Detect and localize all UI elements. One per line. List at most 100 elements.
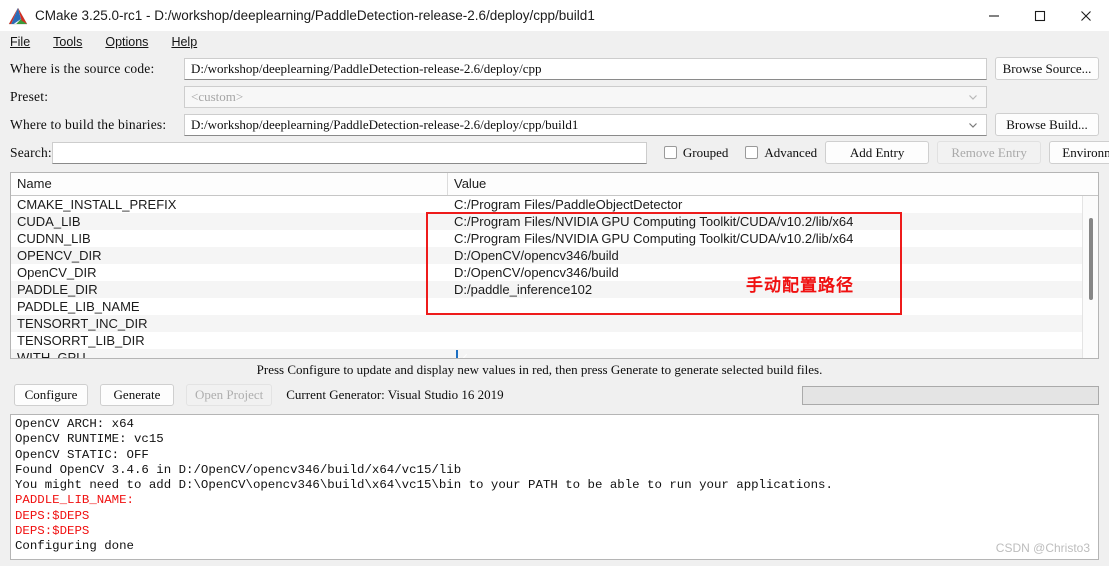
advanced-checkbox[interactable]: Advanced	[745, 145, 817, 161]
binaries-label: Where to build the binaries:	[10, 116, 167, 132]
cmake-gui-window: CMake 3.25.0-rc1 - D:/workshop/deeplearn…	[0, 0, 1109, 566]
cache-value-checkbox[interactable]	[456, 350, 458, 358]
environment-button[interactable]: Environment...	[1049, 141, 1109, 164]
menu-item-options-label: Options	[105, 35, 149, 49]
window-title: CMake 3.25.0-rc1 - D:/workshop/deeplearn…	[35, 8, 595, 23]
configure-button[interactable]: Configure	[14, 384, 88, 406]
search-input[interactable]	[51, 141, 647, 164]
log-line: DEPS:$DEPS	[15, 524, 90, 539]
progress-bar	[802, 385, 1099, 405]
table-row[interactable]: OpenCV_DIR D:/OpenCV/opencv346/build	[11, 264, 1098, 281]
table-scrollbar-thumb[interactable]	[1089, 218, 1093, 300]
chevron-down-icon	[967, 91, 979, 103]
table-row[interactable]: CUDNN_LIB C:/Program Files/NVIDIA GPU Com…	[11, 230, 1098, 247]
cache-variable-name: TENSORRT_LIB_DIR	[17, 333, 145, 348]
preset-row: Preset: <custom>	[10, 85, 1099, 108]
table-row[interactable]: OPENCV_DIR D:/OpenCV/opencv346/build	[11, 247, 1098, 264]
cache-variable-name: OpenCV_DIR	[17, 265, 97, 280]
window-controls	[971, 0, 1109, 31]
table-row[interactable]: TENSORRT_LIB_DIR	[11, 332, 1098, 349]
close-icon[interactable]	[1063, 0, 1109, 31]
binaries-input[interactable]: D:/workshop/deeplearning/PaddleDetection…	[184, 113, 987, 136]
maximize-icon[interactable]	[1017, 0, 1063, 31]
generate-label: Generate	[113, 387, 161, 402]
log-line: Configuring done	[15, 539, 134, 554]
log-line: OpenCV ARCH: x64	[15, 417, 134, 431]
title-bar: CMake 3.25.0-rc1 - D:/workshop/deeplearn…	[0, 0, 1109, 31]
cache-variables-table: Name Value CMAKE_INSTALL_PREFIX C:/Progra…	[10, 172, 1099, 359]
chevron-down-icon[interactable]	[967, 119, 979, 131]
source-label: Where is the source code:	[10, 60, 155, 76]
menu-bar: File Tools Options Help	[0, 31, 1109, 53]
search-row: Search: Grouped Advanced Add Entry Remov…	[10, 141, 1109, 164]
remove-entry-label: Remove Entry	[951, 144, 1027, 160]
table-row[interactable]: PADDLE_LIB_NAME	[11, 298, 1098, 315]
preset-label: Preset:	[10, 88, 49, 104]
menu-item-file[interactable]: File	[9, 33, 40, 51]
cache-variable-name: CMAKE_INSTALL_PREFIX	[17, 197, 177, 212]
column-header-name[interactable]: Name	[11, 173, 448, 195]
browse-source-button[interactable]: Browse Source...	[995, 57, 1099, 80]
advanced-checkbox-box[interactable]	[745, 146, 759, 159]
cache-variable-value[interactable]: C:/Program Files/NVIDIA GPU Computing To…	[448, 214, 1098, 229]
table-header: Name Value	[11, 173, 1098, 196]
preset-value: <custom>	[191, 88, 244, 104]
table-row[interactable]: CUDA_LIB C:/Program Files/NVIDIA GPU Comp…	[11, 213, 1098, 230]
menu-item-tools-label: Tools	[53, 35, 83, 49]
action-bar: Configure Generate Open Project Current …	[0, 380, 1109, 408]
add-entry-label: Add Entry	[849, 144, 905, 160]
table-scrollbar[interactable]	[1082, 196, 1098, 358]
cache-variable-name: PADDLE_LIB_NAME	[17, 299, 140, 314]
open-project-label: Open Project	[195, 387, 264, 402]
table-row[interactable]: CMAKE_INSTALL_PREFIX C:/Program Files/Pad…	[11, 196, 1098, 213]
column-header-value[interactable]: Value	[448, 173, 1098, 195]
minimize-icon[interactable]	[971, 0, 1017, 31]
table-row[interactable]: PADDLE_DIR D:/paddle_inference102	[11, 281, 1098, 298]
cache-variable-name: OPENCV_DIR	[17, 248, 102, 263]
advanced-label: Advanced	[764, 144, 818, 160]
browse-build-label: Browse Build...	[1006, 116, 1088, 132]
log-line: You might need to add D:\OpenCV\opencv34…	[15, 478, 833, 493]
log-output[interactable]: OpenCV ARCH: x64 OpenCV RUNTIME: vc15 Open…	[10, 414, 1099, 560]
menu-item-tools[interactable]: Tools	[52, 33, 92, 51]
log-line: PADDLE_LIB_NAME:	[15, 493, 134, 508]
cache-variable-value[interactable]: C:/Program Files/NVIDIA GPU Computing To…	[448, 231, 1098, 246]
configure-hint: Press Configure to update and display ne…	[256, 362, 823, 377]
cache-variable-name: CUDNN_LIB	[17, 231, 91, 246]
open-project-button: Open Project	[186, 384, 273, 406]
search-label: Search:	[10, 144, 52, 160]
log-lines: OpenCV ARCH: x64 OpenCV RUNTIME: vc15 Open…	[15, 417, 1098, 555]
source-row: Where is the source code: D:/workshop/de…	[10, 57, 1099, 80]
grouped-checkbox-box[interactable]	[663, 146, 677, 159]
cache-variable-name: PADDLE_DIR	[17, 282, 98, 297]
binaries-input-value: D:/workshop/deeplearning/PaddleDetection…	[191, 116, 579, 132]
cmake-triangle-logo-icon	[8, 7, 28, 25]
cache-variable-name: WITH_GPU	[17, 350, 86, 359]
table-body: CMAKE_INSTALL_PREFIX C:/Program Files/Pad…	[11, 196, 1098, 359]
generate-button[interactable]: Generate	[100, 384, 174, 406]
path-form: Where is the source code: D:/workshop/de…	[0, 53, 1109, 169]
log-line: OpenCV RUNTIME: vc15	[15, 432, 164, 447]
menu-item-help[interactable]: Help	[170, 33, 207, 51]
watermark: CSDN @Christo3	[995, 541, 1090, 555]
browse-build-button[interactable]: Browse Build...	[995, 113, 1099, 136]
log-line: Found OpenCV 3.4.6 in D:/OpenCV/opencv34…	[15, 462, 462, 477]
log-line: OpenCV STATIC: OFF	[15, 447, 149, 462]
grouped-label: Grouped	[682, 144, 729, 160]
cache-variable-value[interactable]	[448, 350, 1098, 358]
add-entry-button[interactable]: Add Entry	[825, 141, 930, 164]
preset-dropdown[interactable]: <custom>	[184, 85, 987, 108]
cache-variable-value[interactable]: C:/Program Files/PaddleObjectDetector	[448, 197, 1098, 212]
table-row[interactable]: TENSORRT_INC_DIR	[11, 315, 1098, 332]
cache-variable-value[interactable]: D:/OpenCV/opencv346/build	[448, 248, 1098, 263]
environment-label: Environment...	[1062, 144, 1109, 160]
red-annotation-text: 手动配置路径	[746, 276, 854, 296]
table-row[interactable]: WITH_GPU	[11, 349, 1098, 359]
menu-item-file-label: File	[10, 35, 31, 49]
cache-variable-name: TENSORRT_INC_DIR	[17, 316, 148, 331]
log-line: DEPS:$DEPS	[15, 508, 90, 523]
menu-item-options[interactable]: Options	[104, 33, 158, 51]
source-input-value: D:/workshop/deeplearning/PaddleDetection…	[191, 60, 542, 76]
grouped-checkbox[interactable]: Grouped	[663, 144, 729, 161]
source-input[interactable]: D:/workshop/deeplearning/PaddleDetection…	[184, 57, 987, 80]
